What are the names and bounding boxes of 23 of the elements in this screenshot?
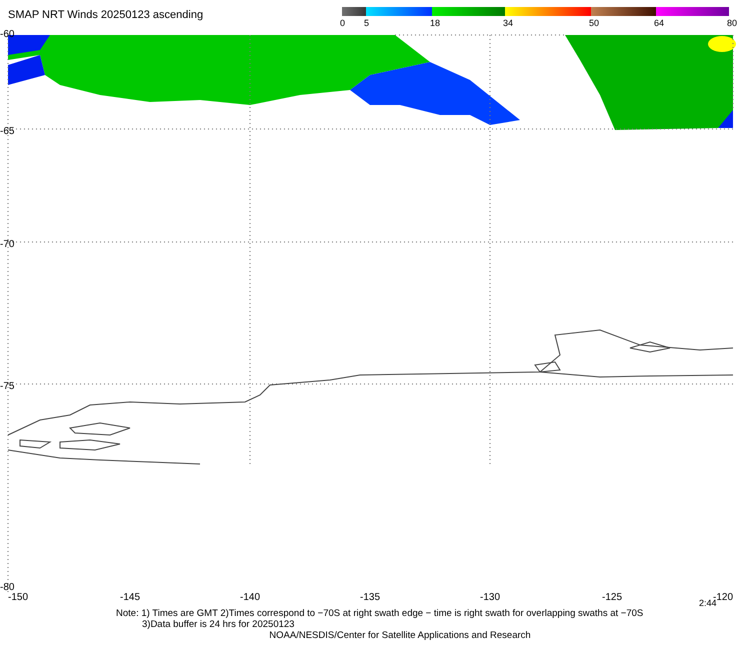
colorbar-tick-label: 64 xyxy=(654,18,664,28)
credit-text: NOAA/NESDIS/Center for Satellite Applications and Research xyxy=(268,630,532,641)
latitude-label: -65 xyxy=(0,126,14,137)
colorbar-tick-label: 5 xyxy=(364,18,370,28)
longitude-label: -145 xyxy=(120,592,140,603)
colorbar-tick-label: 50 xyxy=(589,18,600,28)
longitude-label: -135 xyxy=(360,592,380,603)
longitude-label: -150 xyxy=(8,592,28,603)
note-text: Note: 1) Times are GMT 2)Times correspond to −70S at right swath edge − time is right swath for overlapping swaths at −70S xyxy=(115,608,644,619)
latitude-label: -75 xyxy=(0,381,14,392)
longitude-label: -130 xyxy=(480,592,500,603)
latitude-label: -60 xyxy=(0,29,14,40)
colorbar-tick-label: 18 xyxy=(430,18,440,28)
time-label: 2:44 xyxy=(699,598,717,608)
plot-title: SMAP NRT Winds 20250123 ascending xyxy=(7,8,204,23)
latitude-label: -70 xyxy=(0,239,14,250)
longitude-label: -125 xyxy=(602,592,622,603)
colorbar-tick-label: 0 xyxy=(340,18,346,28)
colorbar-tick-label: 34 xyxy=(503,18,514,28)
colorbar-tick-label: 80 xyxy=(727,18,738,28)
latitude-label: -80 xyxy=(0,582,14,593)
longitude-label: -140 xyxy=(240,592,260,603)
note-text: 3)Data buffer is 24 hrs for 20250123 xyxy=(141,619,296,630)
